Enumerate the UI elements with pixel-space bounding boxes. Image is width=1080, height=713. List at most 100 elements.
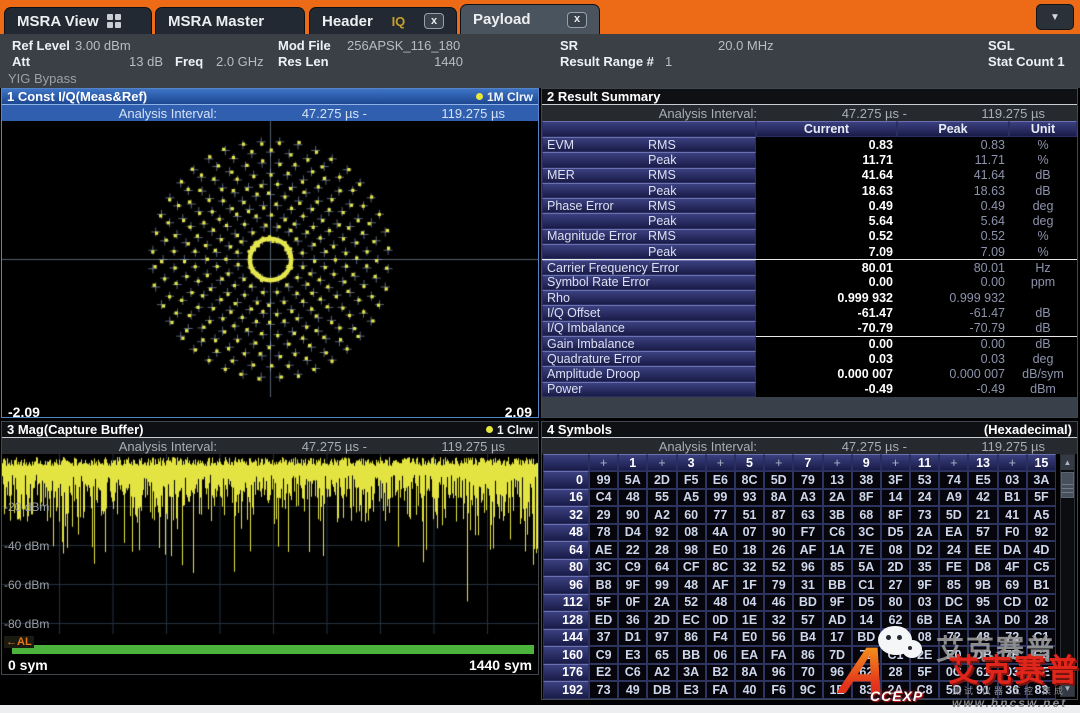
symbol-hex-cell[interactable]: 02 [1027, 594, 1056, 612]
symbol-hex-cell[interactable]: 95 [968, 594, 997, 612]
symbol-hex-cell[interactable]: F6 [764, 681, 793, 699]
const-iq-panel[interactable]: 1 Const I/Q(Meas&Ref) 1M Clrw Analysis I… [1, 88, 539, 418]
symbol-hex-cell[interactable]: 1A [823, 541, 852, 559]
symbol-hex-cell[interactable]: BB [677, 646, 706, 664]
symbol-hex-cell[interactable]: 36 [618, 611, 647, 629]
symbol-hex-cell[interactable]: C1 [852, 576, 881, 594]
symbol-hex-cell[interactable]: 52 [764, 559, 793, 577]
symbol-hex-cell[interactable]: EC [677, 611, 706, 629]
tab-msra-master[interactable]: MSRA Master [155, 7, 305, 34]
symbol-hex-cell[interactable]: 3C [852, 524, 881, 542]
symbol-hex-cell[interactable]: 4A [706, 524, 735, 542]
symbol-hex-cell[interactable]: F0 [998, 524, 1027, 542]
symbol-hex-cell[interactable]: 87 [764, 506, 793, 524]
symbol-hex-cell[interactable]: 37 [589, 629, 618, 647]
symbol-hex-cell[interactable]: 8A [764, 489, 793, 507]
symbol-hex-cell[interactable]: 13 [823, 471, 852, 489]
symbol-hex-cell[interactable]: D2 [910, 541, 939, 559]
symbol-hex-cell[interactable]: A2 [647, 664, 676, 682]
symbol-hex-cell[interactable]: 9F [823, 594, 852, 612]
symbol-hex-cell[interactable]: 31 [793, 576, 822, 594]
symbol-hex-cell[interactable]: 92 [647, 524, 676, 542]
symbol-hex-cell[interactable]: 3A [1027, 471, 1056, 489]
symbol-hex-cell[interactable]: 77 [706, 506, 735, 524]
tab-msra-view[interactable]: MSRA View [4, 7, 152, 34]
symbol-hex-cell[interactable]: 0F [618, 594, 647, 612]
symbol-hex-cell[interactable]: 18 [735, 541, 764, 559]
symbol-hex-cell[interactable]: 8C [706, 559, 735, 577]
symbol-hex-cell[interactable]: EE [968, 541, 997, 559]
symbol-hex-cell[interactable]: 85 [823, 559, 852, 577]
symbol-hex-cell[interactable]: 48 [706, 594, 735, 612]
result-range-value[interactable]: 1 [665, 54, 672, 69]
symbol-hex-cell[interactable]: 21 [968, 506, 997, 524]
symbol-hex-cell[interactable]: D5 [881, 524, 910, 542]
symbol-hex-cell[interactable]: FA [764, 646, 793, 664]
symbol-hex-cell[interactable]: 98 [677, 541, 706, 559]
symbol-hex-cell[interactable]: 55 [647, 489, 676, 507]
symbol-hex-cell[interactable]: 96 [764, 664, 793, 682]
symbol-hex-cell[interactable]: 80 [881, 594, 910, 612]
symbol-hex-cell[interactable]: 9B [968, 576, 997, 594]
symbol-hex-cell[interactable]: 2A [823, 489, 852, 507]
symbol-hex-cell[interactable]: CF [677, 559, 706, 577]
symbol-hex-cell[interactable]: 74 [939, 471, 968, 489]
scrollbar-thumb[interactable] [1061, 472, 1074, 498]
symbol-hex-cell[interactable]: 73 [910, 506, 939, 524]
symbol-hex-cell[interactable]: 85 [939, 576, 968, 594]
mag-capture-panel[interactable]: 3 Mag(Capture Buffer) 1 Clrw Analysis In… [1, 421, 539, 675]
symbol-hex-cell[interactable]: 53 [910, 471, 939, 489]
symbol-hex-cell[interactable]: A5 [1027, 506, 1056, 524]
ref-level-value[interactable]: 3.00 dBm [75, 38, 131, 53]
symbol-hex-cell[interactable]: 63 [793, 506, 822, 524]
symbol-hex-cell[interactable]: 97 [647, 629, 676, 647]
tab-header-close-icon[interactable]: x [424, 13, 444, 29]
symbol-hex-cell[interactable]: D8 [968, 559, 997, 577]
symbol-hex-cell[interactable]: 24 [939, 541, 968, 559]
symbol-hex-cell[interactable]: 3B [823, 506, 852, 524]
symbol-hex-cell[interactable]: DA [998, 541, 1027, 559]
symbol-hex-cell[interactable]: EA [735, 646, 764, 664]
symbol-hex-cell[interactable]: 3C [589, 559, 618, 577]
symbol-hex-cell[interactable]: EA [939, 524, 968, 542]
symbol-hex-cell[interactable]: 99 [589, 471, 618, 489]
symbol-hex-cell[interactable]: AF [793, 541, 822, 559]
symbol-hex-cell[interactable]: E5 [968, 471, 997, 489]
sr-value[interactable]: 20.0 MHz [718, 38, 774, 53]
symbol-hex-cell[interactable]: 86 [793, 646, 822, 664]
symbol-hex-cell[interactable]: 48 [618, 489, 647, 507]
symbol-hex-cell[interactable]: 28 [647, 541, 676, 559]
symbol-hex-cell[interactable]: 27 [881, 576, 910, 594]
symbol-hex-cell[interactable]: D5 [852, 594, 881, 612]
symbol-hex-cell[interactable]: 22 [618, 541, 647, 559]
symbol-hex-cell[interactable]: 26 [764, 541, 793, 559]
symbol-hex-cell[interactable]: 9C [793, 681, 822, 699]
symbol-hex-cell[interactable]: A2 [647, 506, 676, 524]
analysis-line-marker[interactable]: ←AL [4, 636, 34, 648]
symbol-hex-cell[interactable]: 2D [647, 471, 676, 489]
symbol-hex-cell[interactable]: 2A [647, 594, 676, 612]
symbol-hex-cell[interactable]: C9 [589, 646, 618, 664]
symbol-hex-cell[interactable]: 86 [677, 629, 706, 647]
symbol-hex-cell[interactable]: A5 [677, 489, 706, 507]
symbol-hex-cell[interactable]: 46 [764, 594, 793, 612]
symbol-hex-cell[interactable]: 56 [764, 629, 793, 647]
symbol-hex-cell[interactable]: 40 [735, 681, 764, 699]
symbol-hex-cell[interactable]: DC [939, 594, 968, 612]
symbol-hex-cell[interactable]: 7E [852, 541, 881, 559]
symbol-hex-cell[interactable]: 1F [735, 576, 764, 594]
symbol-hex-cell[interactable]: 8F [852, 489, 881, 507]
mod-file-value[interactable]: 256APSK_116_180 [347, 38, 460, 53]
symbol-hex-cell[interactable]: 2D [647, 611, 676, 629]
symbol-hex-cell[interactable]: 8C [735, 471, 764, 489]
tab-payload-close-icon[interactable]: x [567, 12, 587, 28]
symbol-hex-cell[interactable]: 90 [764, 524, 793, 542]
symbol-hex-cell[interactable]: 79 [764, 576, 793, 594]
symbol-hex-cell[interactable]: F5 [677, 471, 706, 489]
symbol-hex-cell[interactable]: 52 [677, 594, 706, 612]
symbol-hex-cell[interactable]: 04 [735, 594, 764, 612]
constellation-plot[interactable] [2, 121, 538, 402]
symbol-hex-cell[interactable]: E3 [677, 681, 706, 699]
symbol-hex-cell[interactable]: 65 [647, 646, 676, 664]
symbol-hex-cell[interactable]: BD [793, 594, 822, 612]
